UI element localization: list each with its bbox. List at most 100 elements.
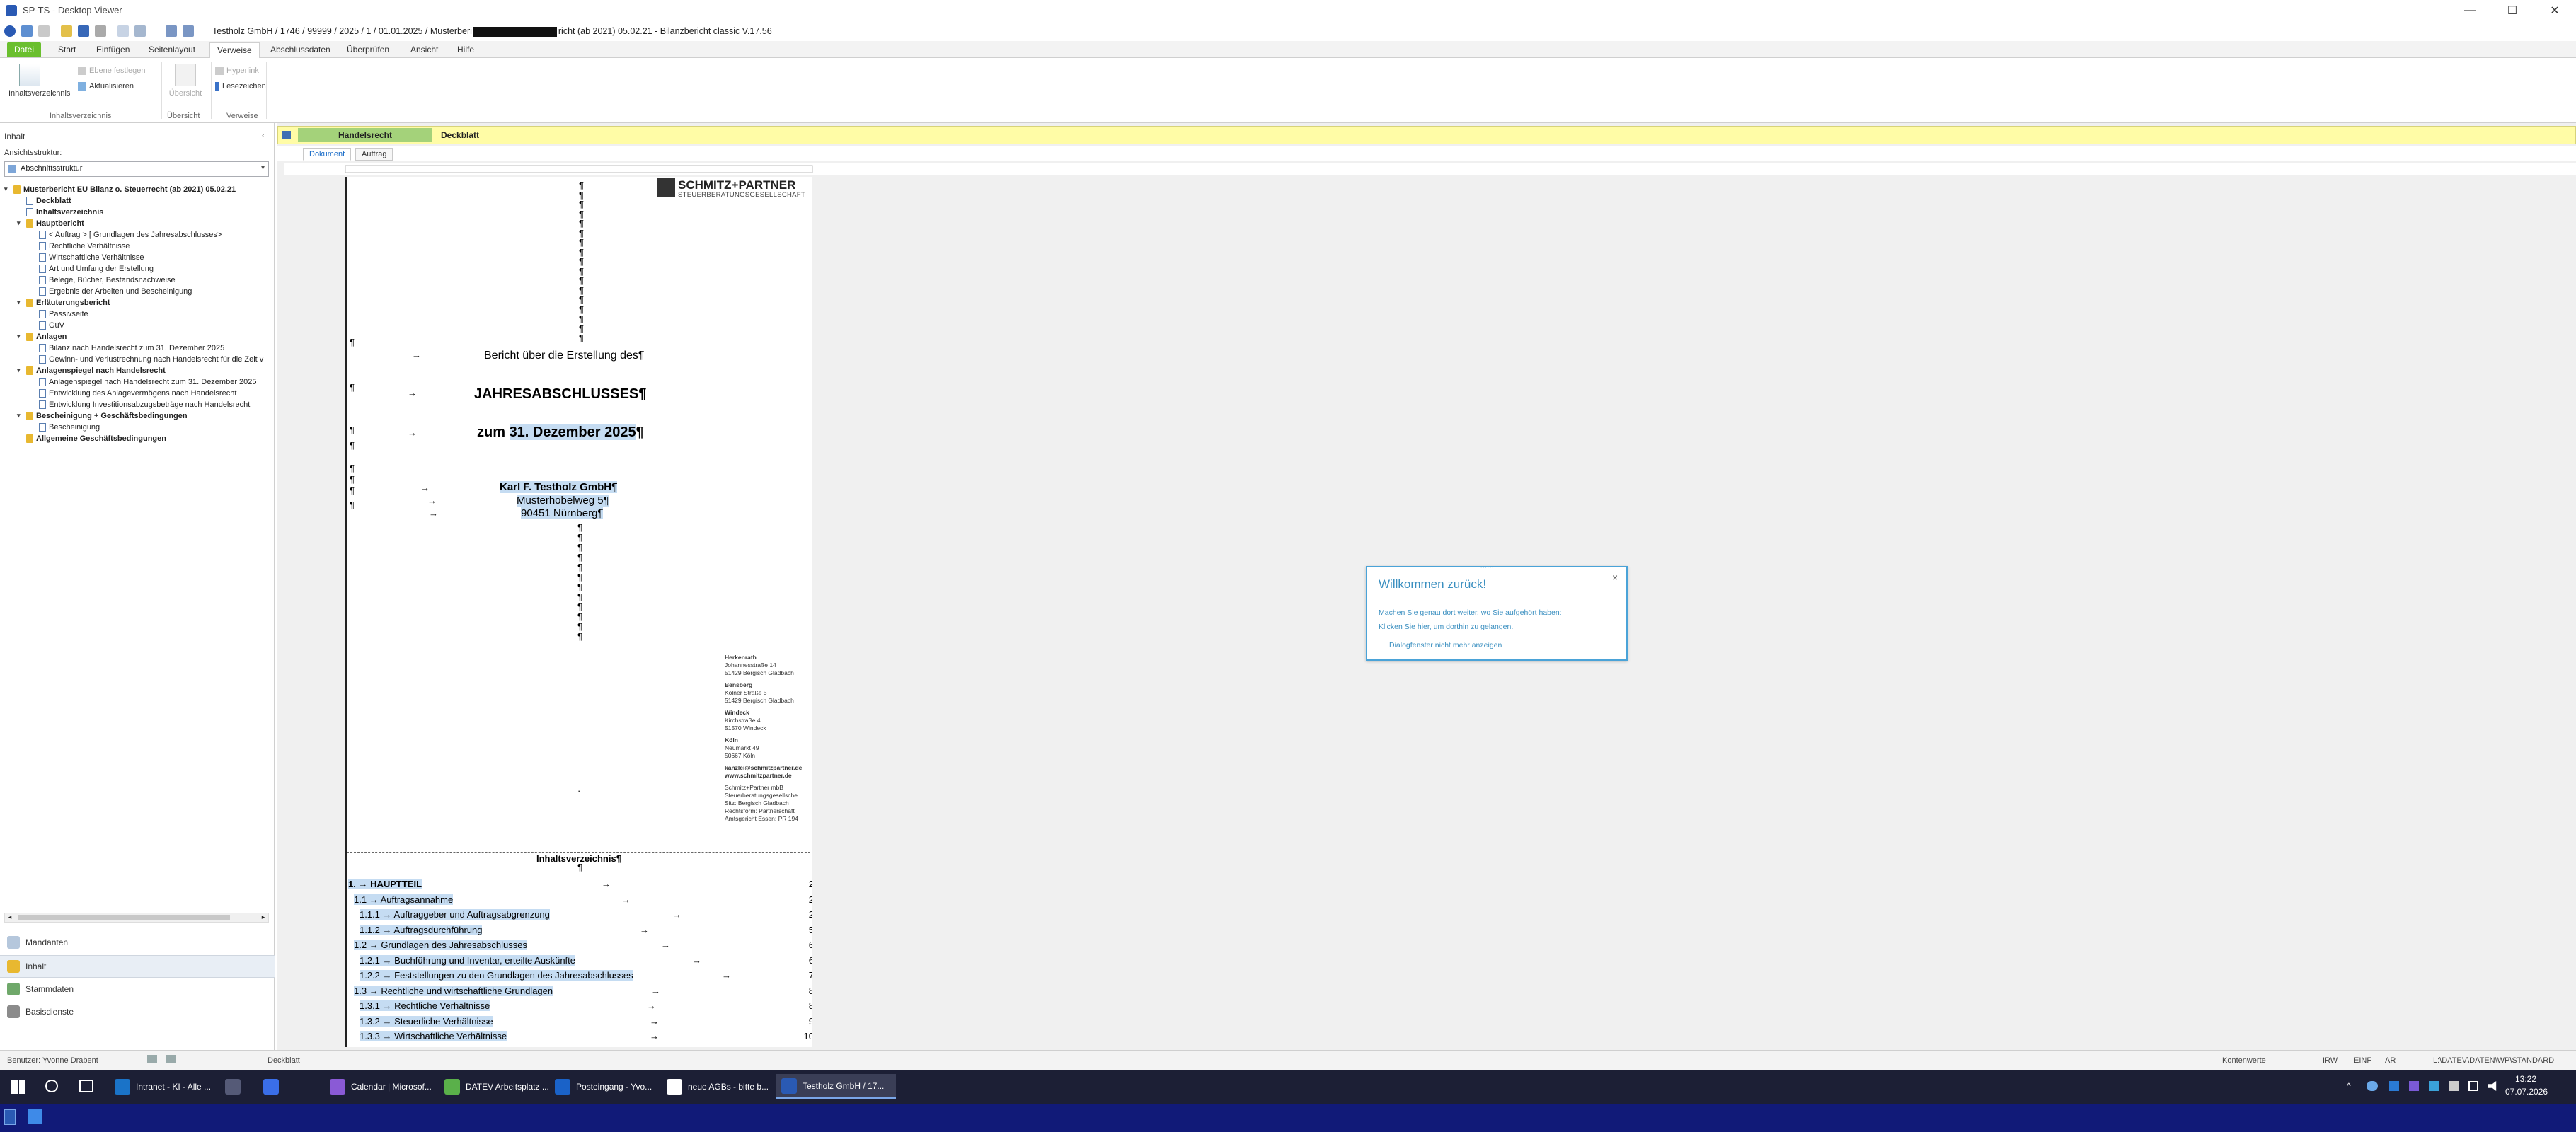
dont-show-checkbox[interactable]: Dialogfenster nicht mehr anzeigen (1379, 641, 1502, 649)
app-icon[interactable] (4, 1109, 16, 1125)
tab-einfuegen[interactable]: Einfügen (89, 42, 137, 57)
ebene-festlegen-button[interactable]: Ebene festlegen (78, 67, 146, 75)
tab-auftrag[interactable]: Auftrag (355, 148, 393, 161)
tree-node[interactable]: ▾ Musterbericht EU Bilanz o. Steuerrecht … (4, 184, 236, 195)
tree-node[interactable]: ▾ Anlagenspiegel nach Handelsrecht (17, 365, 166, 376)
nav-stammdaten[interactable]: Stammdaten (0, 978, 275, 1000)
ansicht-select[interactable]: Abschnittsstruktur ▾ (4, 161, 269, 177)
toc-entry[interactable]: 1.3.3 → Wirtschaftliche Verhältnisse→10 (347, 1031, 812, 1045)
taskbar-app[interactable]: Testholz GmbH / 17... (776, 1074, 896, 1099)
tree-expander-icon[interactable]: ▾ (17, 412, 23, 420)
tree-node[interactable]: Inhaltsverzeichnis (17, 207, 103, 217)
taskbar-app[interactable]: DATEV Arbeitsplatz ... (439, 1074, 549, 1099)
toc-entry[interactable]: 1.2 → Grundlagen des Jahresabschlusses→6 (347, 940, 812, 954)
tree-node[interactable]: ▾ Erläuterungsbericht (17, 297, 110, 308)
dialog-close-icon[interactable]: × (1612, 572, 1618, 583)
taskbar-app[interactable] (258, 1074, 289, 1099)
settings-icon[interactable] (183, 25, 194, 37)
taskbar-app[interactable]: neue AGBs - bitte b... (661, 1074, 769, 1099)
tree-scrollbar[interactable]: ◂ ▸ (4, 913, 269, 923)
tree-node[interactable]: Belege, Bücher, Bestandsnachweise (30, 275, 176, 285)
toc-entry[interactable]: 1.2.1 → Buchführung und Inventar, erteil… (347, 954, 812, 969)
network-icon[interactable] (2468, 1081, 2478, 1091)
print-icon[interactable] (95, 25, 106, 37)
tray-app-icon[interactable] (2389, 1081, 2399, 1091)
tree-node[interactable]: Passivseite (30, 308, 88, 319)
tree-node[interactable]: Art und Umfang der Erstellung (30, 263, 154, 274)
tree-expander-icon[interactable]: ▾ (4, 185, 11, 193)
tree-node[interactable]: ▾ Anlagen (17, 331, 67, 342)
tab-seitenlayout[interactable]: Seitenlayout (142, 42, 202, 57)
tree-expander-icon[interactable]: ▾ (17, 299, 23, 306)
hyperlink-button[interactable]: Hyperlink (215, 67, 259, 75)
save-icon[interactable] (78, 25, 89, 37)
nav-basisdienste[interactable]: Basisdienste (0, 1000, 275, 1023)
volume-icon[interactable] (2488, 1081, 2497, 1091)
panel-close-icon[interactable]: ‹ (262, 130, 265, 140)
section-tab-deckblatt[interactable]: Deckblatt (435, 128, 485, 142)
tree-expander-icon[interactable]: ▾ (17, 366, 23, 374)
dialog-link[interactable]: Klicken Sie hier, um dorthin zu gelangen… (1379, 623, 1513, 631)
tree-node[interactable]: Rechtliche Verhältnisse (30, 241, 130, 251)
status-icon[interactable] (147, 1055, 157, 1063)
taskbar-app[interactable]: Posteingang - Yvo... (549, 1074, 655, 1099)
toc-entry[interactable]: 1.3.2 → Steuerliche Verhältnisse→9 (347, 1015, 812, 1030)
close-window-button[interactable]: ✕ (2534, 0, 2576, 21)
clock-date[interactable]: 07.07.2026 (2505, 1087, 2548, 1097)
tree-node[interactable]: Bilanz nach Handelsrecht zum 31. Dezembe… (30, 342, 224, 353)
tree-node[interactable]: Deckblatt (17, 195, 71, 206)
tray-app-icon[interactable] (2429, 1081, 2439, 1091)
tree-node[interactable]: ▾ Hauptbericht (17, 218, 84, 229)
app-menu-icon[interactable] (4, 25, 16, 37)
tree-node[interactable]: Gewinn- und Verlustrechnung nach Handels… (30, 354, 263, 364)
tab-ueberpruefen[interactable]: Überprüfen (340, 42, 396, 57)
copy-icon[interactable] (117, 25, 129, 37)
tree-node[interactable]: Allgemeine Geschäftsbedingungen (17, 433, 166, 444)
search-icon[interactable] (45, 1080, 58, 1092)
view-icon[interactable] (166, 25, 177, 37)
scrollbar-thumb[interactable] (18, 915, 230, 920)
tree-node[interactable]: Ergebnis der Arbeiten und Bescheinigung (30, 286, 192, 296)
inhaltsverzeichnis-button[interactable]: Inhaltsverzeichnis (8, 64, 70, 98)
tab-verweise[interactable]: Verweise (209, 42, 260, 59)
aktualisieren-button[interactable]: Aktualisieren (78, 82, 134, 91)
tab-start[interactable]: Start (51, 42, 83, 57)
tree-node[interactable]: Bescheinigung (30, 422, 100, 432)
toc-entry[interactable]: 1.3 → Rechtliche und wirtschaftliche Gru… (347, 985, 812, 1000)
status-icon[interactable] (166, 1055, 176, 1063)
tab-abschlussdaten[interactable]: Abschlussdaten (263, 42, 338, 57)
minimize-button[interactable]: — (2449, 0, 2491, 21)
taskbar-app[interactable]: Calendar | Microsof... (324, 1074, 432, 1099)
checkbox-icon[interactable] (1379, 641, 1386, 649)
lesezeichen-button[interactable]: Lesezeichen (215, 82, 266, 91)
toc-entry[interactable]: 1.2.2 → Feststellungen zu den Grundlagen… (347, 970, 812, 984)
title-dropdown[interactable] (473, 26, 557, 37)
tree-node[interactable]: < Auftrag > [ Grundlagen des Jahresabsch… (30, 229, 222, 240)
clock-time[interactable]: 13:22 (2515, 1074, 2536, 1084)
taskbar-app[interactable] (219, 1074, 251, 1099)
toc-entry[interactable]: 1.1.1 → Auftraggeber und Auftragsabgrenz… (347, 909, 812, 923)
preview-icon[interactable] (134, 25, 146, 37)
open-folder-icon[interactable] (61, 25, 72, 37)
toc-entry[interactable]: 1.1 → Auftragsannahme→2 (347, 894, 812, 908)
section-tab-handelsrecht[interactable]: Handelsrecht (298, 128, 432, 142)
toc-entry[interactable]: 1. → HAUPTTEIL→2 (347, 879, 812, 893)
tree-node[interactable]: Entwicklung des Anlagevermögens nach Han… (30, 388, 236, 398)
onedrive-icon[interactable] (2367, 1081, 2378, 1091)
nav-inhalt[interactable]: Inhalt (0, 955, 275, 978)
tree-expander-icon[interactable]: ▾ (17, 219, 23, 227)
app-icon[interactable] (28, 1109, 42, 1124)
new-doc-icon[interactable] (38, 25, 50, 37)
tree-node[interactable]: Wirtschaftliche Verhältnisse (30, 252, 144, 262)
undo-icon[interactable] (21, 25, 33, 37)
drag-handle[interactable]: :::::: (1480, 565, 1494, 572)
tray-chevron-icon[interactable]: ^ (2347, 1081, 2351, 1091)
scroll-right-icon[interactable]: ▸ (258, 913, 268, 922)
teams-icon[interactable] (2409, 1081, 2419, 1091)
tree-node[interactable]: Entwicklung Investitionsabzugsbeträge na… (30, 399, 250, 410)
tray-app-icon[interactable] (2449, 1081, 2459, 1091)
tree-node[interactable]: GuV (30, 320, 64, 330)
nav-mandanten[interactable]: Mandanten (0, 931, 275, 954)
scroll-left-icon[interactable]: ◂ (5, 913, 15, 922)
task-view-icon[interactable] (79, 1080, 93, 1092)
